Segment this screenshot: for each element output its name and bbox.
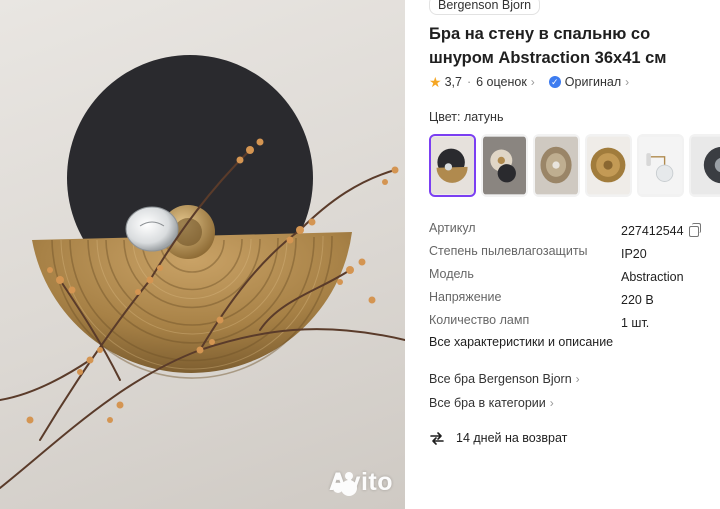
thumbnail-strip — [429, 134, 720, 197]
color-label: Цвет: латунь — [429, 110, 504, 124]
return-arrows-icon — [430, 432, 444, 445]
spec-value: Abstraction — [621, 270, 684, 284]
avito-logo-icon — [332, 472, 357, 496]
spec-key: Артикул — [429, 221, 476, 235]
spec-key: Модель — [429, 267, 474, 281]
thumbnail-1[interactable] — [429, 134, 476, 197]
product-photo[interactable]: Avito — [0, 0, 405, 509]
chevron-right-icon: › — [530, 75, 535, 89]
product-info-panel: Bergenson Bjorn Бра на стену в спальню с… — [405, 0, 720, 509]
spec-row-model: Модель Abstraction — [429, 266, 719, 289]
separator-dot: · — [466, 75, 472, 89]
spec-value: 1 шт. — [621, 316, 650, 330]
avito-watermark: Avito — [329, 468, 393, 497]
thumbnail-6[interactable] — [689, 134, 720, 197]
spec-key: Напряжение — [429, 290, 502, 304]
rating-row: ★ 3,7 · 6 оценок › ✓ Оригинал › — [429, 73, 629, 91]
category-lamps-link[interactable]: Все бра в категории › — [429, 396, 554, 410]
star-icon: ★ — [429, 73, 442, 90]
light-bulb — [125, 206, 179, 252]
thumbnail-5[interactable] — [637, 134, 684, 197]
brand-chip[interactable]: Bergenson Bjorn — [429, 0, 541, 15]
chevron-right-icon: › — [625, 75, 630, 89]
chevron-right-icon: › — [575, 372, 580, 386]
return-policy: 14 дней на возврат — [429, 430, 567, 446]
product-title: Бра на стену в спальню со шнуром Abstrac… — [429, 25, 667, 67]
spec-row-lamps: Количество ламп 1 шт. — [429, 312, 719, 335]
spec-key: Количество ламп — [429, 313, 530, 327]
rating-value: 3,7 — [444, 75, 462, 89]
brand-lamps-link[interactable]: Все бра Bergenson Bjorn › — [429, 372, 580, 386]
thumbnail-2[interactable] — [481, 134, 528, 197]
spec-row-ip: Степень пылевлагозащиты IP20 — [429, 243, 719, 266]
original-badge-link[interactable]: Оригинал — [565, 75, 621, 89]
lamp-illustration — [0, 55, 405, 489]
thumbnail-4[interactable] — [585, 134, 632, 197]
article-number: 227412544 — [621, 224, 684, 238]
spec-value: 227412544 — [621, 220, 701, 243]
spec-row-voltage: Напряжение 220 В — [429, 289, 719, 312]
return-policy-label: 14 дней на возврат — [456, 431, 568, 445]
brand-lamps-link-label: Все бра Bergenson Bjorn — [429, 372, 572, 386]
spec-value: 220 В — [621, 293, 654, 307]
all-specs-link[interactable]: Все характеристики и описание — [429, 335, 613, 349]
spec-row-article: Артикул 227412544 — [429, 220, 719, 243]
verified-check-icon: ✓ — [548, 76, 561, 88]
reviews-link[interactable]: 6 оценок — [476, 75, 527, 89]
category-lamps-link-label: Все бра в категории — [429, 396, 546, 410]
chevron-right-icon: › — [549, 396, 554, 410]
specs-table: Артикул 227412544 Степень пылевлагозащит… — [429, 220, 719, 335]
spec-value: IP20 — [621, 247, 647, 261]
thumbnail-3[interactable] — [533, 134, 580, 197]
spec-key: Степень пылевлагозащиты — [429, 244, 588, 258]
copy-icon[interactable] — [688, 223, 701, 237]
